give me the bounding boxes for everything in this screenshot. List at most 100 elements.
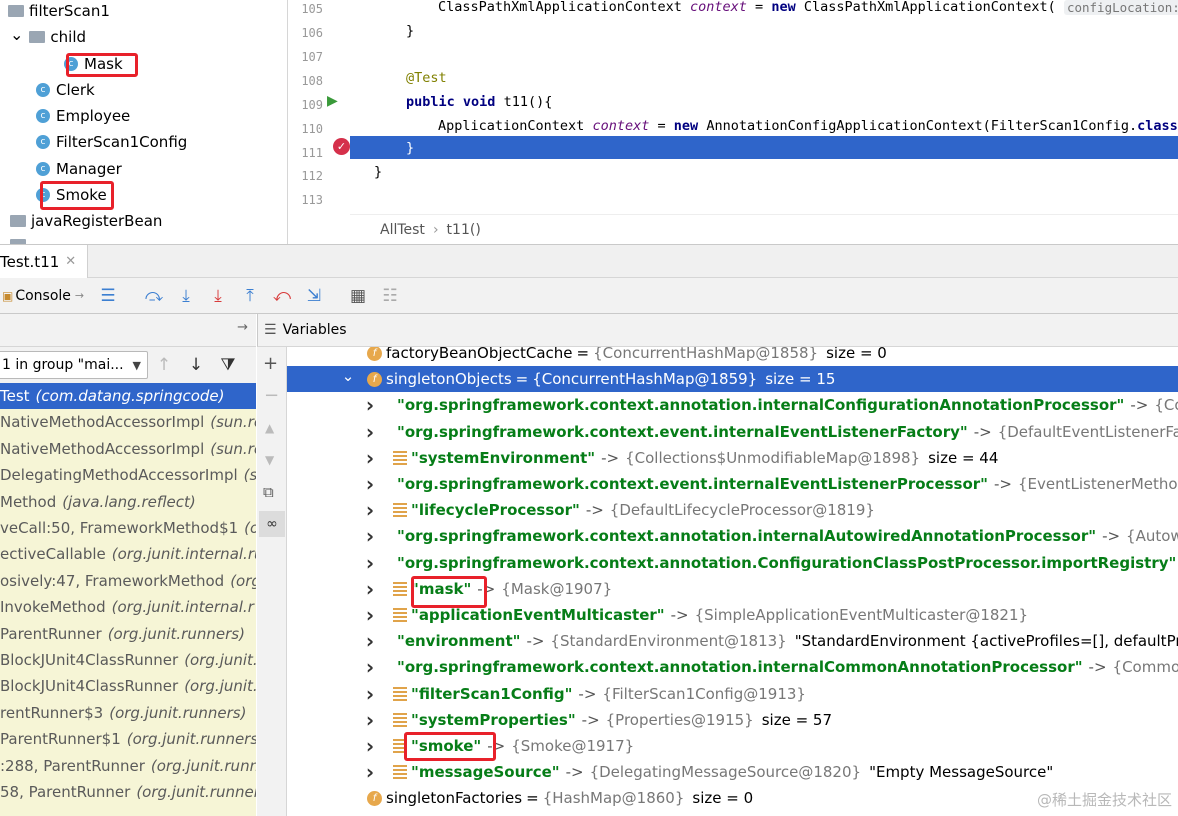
frame-package: (org.junit.internal.r (111, 598, 254, 617)
pin-icon: → (74, 289, 85, 302)
breakpoint-icon[interactable]: ✓ (333, 138, 350, 155)
run-test-icon[interactable]: ▶ (327, 93, 338, 109)
variable-row[interactable]: › "systemProperties" -> {Properties@1915} si… (287, 707, 1178, 733)
code-line-112: } (374, 164, 383, 180)
up-icon[interactable]: ▲ (265, 421, 274, 435)
pin-icon[interactable]: → (237, 320, 248, 335)
evaluate-expression-icon[interactable]: ▦ (343, 282, 373, 310)
console-label: Console (15, 287, 71, 304)
menu-icon[interactable]: ☰ (93, 282, 123, 310)
tree-item[interactable]: c Employee (36, 103, 130, 129)
frame-package: (org.junit. (184, 677, 256, 696)
variable-row[interactable]: › "org.springframework.context.annotation… (287, 523, 1178, 549)
breadcrumb-method[interactable]: t11() (447, 222, 481, 238)
class-icon: c (36, 83, 50, 97)
variable-size: size = 0 (692, 789, 754, 808)
remove-icon[interactable]: − (264, 385, 279, 406)
chevron-right-icon[interactable]: › (363, 603, 377, 627)
chevron-right-icon[interactable]: › (363, 524, 377, 548)
chevron-right-icon[interactable]: › (363, 446, 377, 470)
tree-item[interactable]: c FilterScan1Config (36, 129, 187, 155)
add-icon[interactable]: + (263, 353, 278, 374)
frame-item[interactable]: NativeMethodAccessorImpl (sun.re (0, 409, 256, 435)
code-editor[interactable]: ClassPathXmlApplicationContext context =… (350, 0, 1178, 214)
chevron-down-icon[interactable]: ⌄ (341, 367, 355, 385)
up-icon[interactable]: ↑ (149, 351, 179, 379)
variable-size: size = 15 (765, 370, 836, 389)
chevron-right-icon[interactable]: › (363, 420, 377, 444)
frame-item[interactable]: NativeMethodAccessorImpl (sun.re (0, 436, 256, 462)
frame-item[interactable]: BlockJUnit4ClassRunner (org.junit. (0, 673, 256, 699)
frame-item[interactable]: ParentRunner (org.junit.runners) (0, 621, 256, 647)
filter-icon[interactable]: ⧩ (213, 351, 243, 379)
highlight-box (411, 576, 487, 608)
line-number: 111 (301, 146, 323, 160)
down-icon[interactable]: ↓ (181, 351, 211, 379)
chevron-down-icon[interactable]: ⌄ (10, 25, 23, 44)
chevron-right-icon[interactable]: › (363, 577, 377, 601)
frame-package: (sun.re (210, 439, 256, 458)
down-icon[interactable]: ▼ (265, 453, 274, 467)
variable-row[interactable]: › "messageSource" -> {DelegatingMessageSour… (287, 759, 1178, 785)
chevron-right-icon[interactable]: › (363, 472, 377, 496)
field-icon: f (367, 790, 382, 806)
variable-row[interactable]: › "systemEnvironment" -> {Collections$Unmod… (287, 445, 1178, 471)
entry-value: {Properties@1915} (605, 710, 754, 729)
variable-row[interactable]: › "environment" -> {StandardEnvironment@181… (287, 628, 1178, 654)
trace-icon[interactable]: ☷ (375, 282, 405, 310)
entry-value: {CommonAnnota (1112, 658, 1178, 677)
variable-row[interactable]: › "org.springframework.context.annotation… (287, 550, 1178, 576)
variable-row[interactable]: › "org.springframework.context.event.inte… (287, 471, 1178, 497)
drop-frame-icon[interactable]: ⤺ (267, 282, 297, 310)
variable-row[interactable]: › "org.springframework.context.event.inte… (287, 419, 1178, 445)
frame-item[interactable]: osively:47, FrameworkMethod (org.j (0, 568, 256, 594)
variable-row[interactable]: f factoryBeanObjectCache = {ConcurrentHashM… (287, 347, 1178, 366)
chevron-right-icon[interactable]: › (363, 393, 377, 417)
chevron-right-icon[interactable]: › (363, 551, 377, 575)
frame-item[interactable]: ParentRunner$1 (org.junit.runners (0, 726, 256, 752)
chevron-right-icon[interactable]: › (363, 734, 377, 758)
step-into-icon[interactable]: ⤓ (171, 282, 201, 310)
variable-row[interactable]: › "org.springframework.context.annotation… (287, 392, 1178, 418)
chevron-right-icon[interactable]: › (363, 708, 377, 732)
frame-item[interactable]: ectiveCallable (org.junit.internal.run (0, 541, 256, 567)
variable-row[interactable]: › "lifecycleProcessor" -> {DefaultLifecycle… (287, 497, 1178, 523)
console-icon: ▣ (2, 288, 14, 303)
variable-row[interactable]: ⌄ f singletonObjects = {ConcurrentHashMap@18… (287, 366, 1178, 393)
copy-icon[interactable]: ⧉ (263, 483, 274, 501)
frame-item[interactable]: rentRunner$3 (org.junit.runners) (0, 700, 256, 726)
variable-row[interactable]: › "org.springframework.context.annotation… (287, 654, 1178, 680)
force-step-into-icon[interactable]: ⤓ (203, 282, 233, 310)
frame-item[interactable]: Method (java.lang.reflect) (0, 489, 256, 515)
chevron-right-icon[interactable]: › (363, 655, 377, 679)
chevron-right-icon[interactable]: › (363, 760, 377, 784)
thread-select[interactable]: 1 in group "mai... ▼ (0, 351, 148, 379)
frame-item[interactable]: :288, ParentRunner (org.junit.runne (0, 753, 256, 779)
step-over-icon[interactable]: ⤼ (139, 282, 169, 310)
tree-item[interactable]: c Clerk (36, 77, 95, 103)
chevron-right-icon[interactable]: › (363, 629, 377, 653)
close-icon[interactable]: ✕ (65, 254, 76, 269)
debug-tab[interactable]: Test.t11 ✕ (0, 245, 88, 278)
chevron-right-icon[interactable]: › (363, 498, 377, 522)
console-tab[interactable]: ▣ Console → (2, 288, 92, 304)
frame-item[interactable]: Test (com.datang.springcode) (0, 383, 256, 409)
frame-item[interactable]: BlockJUnit4ClassRunner (org.junit. (0, 647, 256, 673)
frame-item[interactable]: DelegatingMethodAccessorImpl (su (0, 462, 256, 488)
frame-item[interactable]: 58, ParentRunner (org.junit.runners (0, 779, 256, 805)
run-to-cursor-icon[interactable]: ⇲ (299, 282, 329, 310)
tree-item[interactable]: ⌄ child (10, 24, 86, 50)
breadcrumb-class[interactable]: AllTest (380, 222, 425, 238)
tree-item[interactable]: filterScan1 (8, 0, 110, 24)
glasses-icon[interactable]: ∞ (259, 511, 285, 537)
entry-key: "systemEnvironment" (411, 448, 596, 467)
variable-row[interactable]: › "filterScan1Config" -> {FilterScan1Config… (287, 681, 1178, 707)
frame-item[interactable]: veCall:50, FrameworkMethod$1 (org (0, 515, 256, 541)
step-out-icon[interactable]: ⤒ (235, 282, 265, 310)
chevron-right-icon[interactable]: › (363, 682, 377, 706)
highlight-box (40, 181, 114, 210)
arrow-sign: -> (526, 632, 545, 651)
tree-item[interactable]: c Manager (36, 156, 122, 182)
tree-item[interactable]: javaRegisterBean (10, 208, 162, 234)
frame-item[interactable]: InvokeMethod (org.junit.internal.r (0, 594, 256, 620)
